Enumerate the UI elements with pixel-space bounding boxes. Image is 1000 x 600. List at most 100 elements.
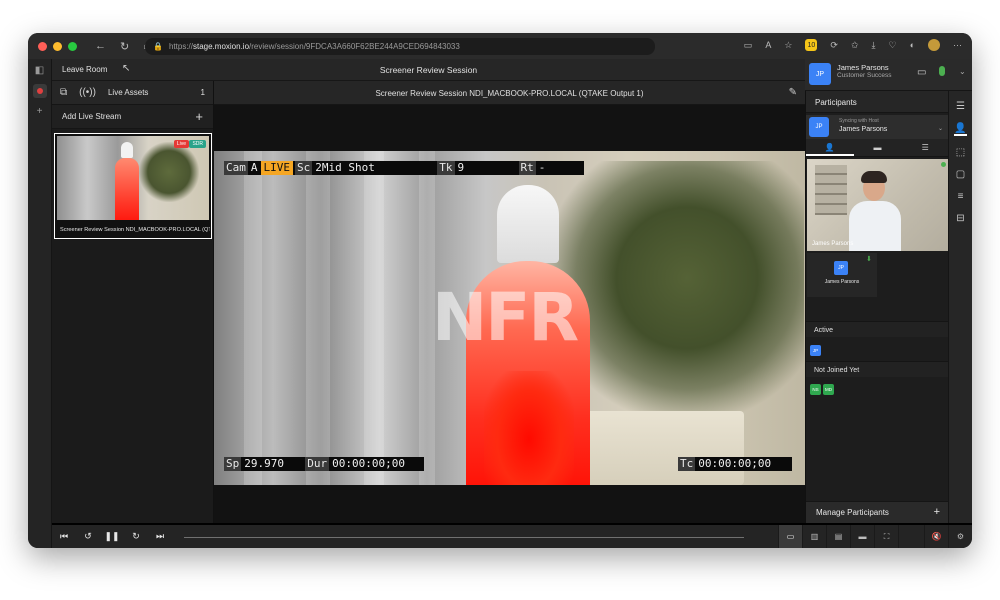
hud-cam-value: A — [250, 161, 258, 174]
microphone-icon[interactable] — [939, 66, 945, 76]
new-tab-icon[interactable]: + — [37, 106, 43, 117]
more-menu-icon[interactable]: ··· — [953, 40, 962, 50]
view-mode-controls: ▭ ▥ ▤ ▬ ⛶ 🔇 ⚙ — [778, 525, 972, 548]
scrub-bar[interactable] — [184, 537, 744, 538]
minimize-window-button[interactable] — [53, 41, 62, 51]
active-participant-chip[interactable]: JP — [810, 345, 821, 356]
add-favorite-icon[interactable]: ☆ — [784, 40, 792, 51]
hamburger-menu-icon[interactable]: ☰ — [956, 101, 965, 112]
broadcast-icon: ((•)) — [79, 87, 96, 98]
hud-tk-label: Tk — [437, 161, 455, 175]
participant-small-tile[interactable]: JP ⬇ James Parsons — [807, 253, 877, 297]
speaking-indicator — [941, 162, 946, 167]
rewind-10-icon[interactable]: ↺ — [76, 531, 100, 542]
zoom-window-button[interactable] — [68, 41, 77, 51]
live-assets-label: Live Assets — [107, 88, 149, 97]
host-sync-row[interactable]: JP Syncing with Host James Parsons ⌄ — [806, 115, 949, 139]
tab-speaker-view[interactable]: 👤 — [806, 139, 854, 156]
side-by-side-icon[interactable]: ▥ — [802, 525, 826, 548]
room-title: Screener Review Session — [379, 65, 478, 75]
live-assets-header: ⧉ ((•)) Live Assets 1 — [52, 81, 213, 105]
copilot-icon[interactable]: ◐ — [910, 40, 915, 50]
user-avatar[interactable]: JP — [809, 63, 831, 85]
chat-icon[interactable]: ▢ — [956, 169, 965, 180]
not-joined-chip-md[interactable]: MD — [823, 384, 834, 395]
camera-toggle-icon[interactable]: ▭ — [917, 67, 926, 78]
single-view-icon[interactable]: ▭ — [778, 525, 802, 548]
hud-rt-label: Rt — [518, 161, 536, 175]
skip-back-icon[interactable]: ⏮ — [52, 531, 76, 542]
browser-window: ← ↻ ⌂ 🔒 https://stage.moxion.io/review/s… — [28, 33, 972, 548]
stream-thumbnail[interactable]: Live SDR Screener Review Session NDI_MAC… — [54, 133, 212, 239]
not-joined-chips: NS MD — [810, 384, 834, 395]
skip-forward-icon[interactable]: ⏭ — [148, 531, 172, 542]
transport-controls: ⏮ ↺ ❚❚ ↻ ⏭ ▭ ▥ ▤ ▬ ⛶ 🔇 ⚙ — [52, 523, 972, 548]
participants-icon[interactable]: 👤 — [954, 123, 967, 136]
theater-view-icon[interactable]: ▬ — [850, 525, 874, 548]
plant-pot — [564, 411, 744, 485]
hud-dur-label: Dur — [305, 457, 330, 471]
shield-icon[interactable]: ♡ — [888, 40, 896, 51]
annotation-icon[interactable]: ⬚ — [956, 147, 965, 158]
mute-icon[interactable]: 🔇 — [924, 525, 948, 548]
live-assets-count: 1 — [200, 88, 205, 97]
video-frame[interactable]: NFR Cam A LIVE Sc 2Mid Shot Tk 9 Rt - Sp… — [214, 151, 805, 485]
address-bar[interactable]: 🔒 https://stage.moxion.io/review/session… — [145, 38, 655, 55]
reload-icon[interactable]: ↻ — [120, 40, 129, 53]
forward-10-icon[interactable]: ↻ — [124, 531, 148, 542]
profile-avatar[interactable] — [928, 39, 940, 51]
video-viewer[interactable]: NFR Cam A LIVE Sc 2Mid Shot Tk 9 Rt - Sp… — [214, 105, 805, 523]
hud-cam-label: Cam — [224, 161, 248, 175]
hud-sc-value: 2Mid Shot — [315, 161, 375, 174]
fullscreen-icon[interactable]: ⛶ — [874, 525, 898, 548]
read-aloud-icon[interactable]: A — [765, 40, 771, 50]
hud-dur-value: 00:00:00;00 — [332, 457, 405, 470]
playlist-icon[interactable]: ≡ — [958, 191, 964, 202]
lock-icon: 🔒 — [153, 42, 163, 51]
camera-permission-icon[interactable]: ▭ — [744, 40, 753, 51]
extension-icon[interactable]: 10 — [805, 39, 818, 51]
manage-participants-button[interactable]: Manage Participants + — [806, 501, 949, 523]
browser-toolbar: ← ↻ ⌂ 🔒 https://stage.moxion.io/review/s… — [28, 33, 972, 59]
add-live-stream-button[interactable]: Add Live Stream + — [52, 105, 213, 129]
hud-sc-label: Sc — [295, 161, 313, 175]
tab-grid-view[interactable]: ▬ — [854, 139, 902, 156]
url-host: stage.moxion.io — [192, 42, 250, 51]
hud-rt-value: - — [538, 161, 546, 174]
downloads-icon[interactable]: ⤓ — [872, 40, 876, 51]
not-joined-chip-ns[interactable]: NS — [810, 384, 821, 395]
host-avatar: JP — [809, 117, 829, 137]
small-tile-avatar: JP — [834, 261, 848, 275]
chevron-down-icon[interactable]: ⌄ — [938, 125, 943, 132]
room-header: Leave Room ↖ Screener Review Session — [52, 59, 805, 81]
settings-gear-icon[interactable]: ⚙ — [948, 525, 972, 548]
close-window-button[interactable] — [38, 41, 47, 51]
back-icon[interactable]: ← — [95, 40, 106, 53]
pause-icon[interactable]: ❚❚ — [100, 531, 124, 542]
add-live-stream-label: Add Live Stream — [62, 112, 122, 121]
right-icon-bar: ☰ 👤 ⬚ ▢ ≡ ⊟ — [948, 91, 972, 523]
plus-icon[interactable]: + — [934, 506, 940, 518]
participant-view-tabs: 👤 ▬ ☰ — [806, 139, 949, 157]
sidebar-toggle-icon[interactable]: ◧ — [35, 65, 44, 76]
browser-actions: ▭ A ☆ 10 ⟳ ✩ ⤓ ♡ ◐ ··· — [744, 39, 962, 51]
record-tab-icon[interactable] — [32, 84, 47, 98]
browser-nav: ← ↻ ⌂ — [95, 40, 150, 53]
url-prefix: https:// — [168, 42, 193, 51]
participant-video-tile[interactable]: James Parsons — [807, 159, 949, 251]
active-chips: JP — [810, 345, 821, 356]
active-section-label: Active — [806, 321, 949, 337]
volume-slider[interactable] — [898, 525, 924, 548]
collapse-panel-icon[interactable]: ⧉ — [60, 87, 67, 98]
hud-bottom-right: Tc 00:00:00;00 — [678, 457, 792, 471]
settings-sliders-icon[interactable]: ⊟ — [956, 213, 964, 224]
favorites-icon[interactable]: ✩ — [851, 40, 859, 51]
tab-list-view[interactable]: ☰ — [901, 139, 949, 156]
not-joined-section-label: Not Joined Yet — [806, 361, 949, 377]
refresh-extension-icon[interactable]: ⟳ — [830, 40, 838, 51]
hud-live-badge: LIVE — [260, 161, 293, 175]
plus-icon[interactable]: + — [195, 109, 203, 124]
split-view-icon[interactable]: ▤ — [826, 525, 850, 548]
chevron-down-icon[interactable]: ⌄ — [959, 67, 966, 76]
annotate-pencil-icon[interactable]: ✎ — [789, 87, 797, 98]
